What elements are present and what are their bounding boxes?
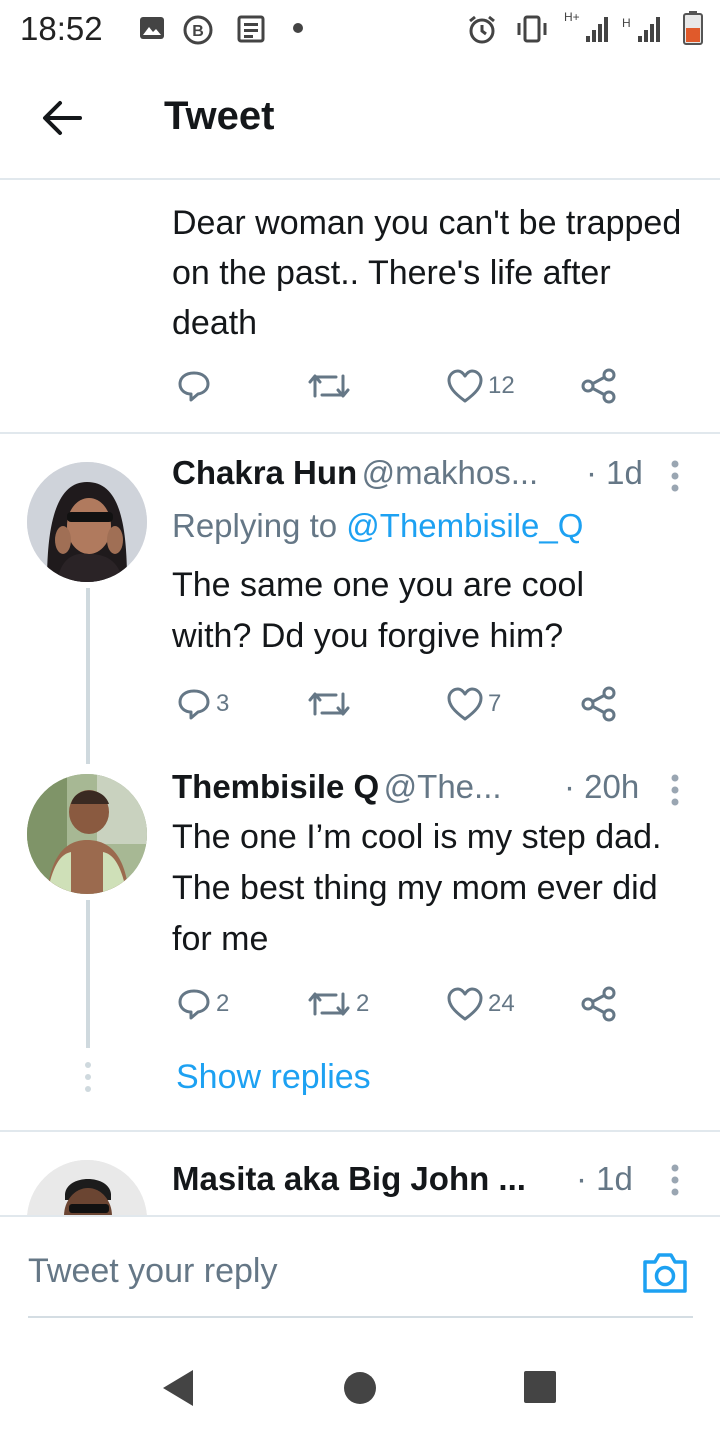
more-options-icon[interactable] [668, 772, 682, 808]
heart-icon [447, 369, 483, 403]
nav-recents-icon[interactable] [523, 1370, 557, 1404]
avatar-image [27, 1160, 147, 1216]
share-icon [581, 986, 616, 1022]
share-icon [581, 368, 616, 404]
alarm-icon [469, 15, 495, 44]
status-bar: 18:52 B H+ H [0, 0, 720, 58]
retweet-count: 2 [356, 990, 370, 1017]
divider [0, 1130, 720, 1132]
thread-line [86, 900, 90, 1048]
like-button[interactable]: 12 [446, 366, 515, 406]
tweet-text: The one I’m cool is my step dad. The bes… [172, 818, 662, 958]
reply-icon [178, 989, 210, 1020]
main-tweet-text: Dear woman you can't be trapped on the p… [172, 204, 682, 342]
nav-back-icon[interactable] [160, 1368, 196, 1408]
main-tweet-actions: 12 [0, 366, 720, 406]
like-button[interactable]: 24 [446, 984, 515, 1024]
top-app-bar: Tweet [0, 58, 720, 180]
reply-icon [178, 689, 210, 720]
camera-icon[interactable] [640, 1250, 690, 1296]
vibrate-icon [517, 15, 547, 43]
tweet-actions: 3 7 [0, 684, 720, 724]
user-name[interactable]: Masita aka Big John ... [172, 1160, 526, 1198]
tweet-time: · 1d [576, 1160, 633, 1197]
user-handle: @makhos... [361, 454, 539, 491]
retweet-icon [308, 374, 350, 398]
user-name[interactable]: Chakra Hun [172, 454, 357, 491]
like-count: 7 [488, 690, 502, 717]
heart-icon [447, 687, 483, 721]
retweet-icon [308, 692, 350, 716]
svg-text:B: B [192, 23, 204, 40]
back-arrow-icon[interactable] [40, 98, 84, 138]
reply-icon [178, 371, 210, 402]
news-icon [237, 15, 265, 43]
reply-underline [28, 1316, 693, 1318]
heart-icon [447, 987, 483, 1021]
share-button[interactable] [580, 366, 618, 406]
retweet-icon [308, 992, 350, 1016]
tweet-text: The same one you are cool with? Dd you f… [172, 566, 585, 655]
reply-input[interactable]: Tweet your reply [28, 1252, 277, 1291]
like-button[interactable]: 7 [446, 684, 501, 724]
tweet-actions: 2 2 24 [0, 984, 720, 1024]
like-count: 24 [488, 990, 515, 1017]
avatar[interactable] [27, 774, 147, 894]
tweet-time: · 20h [564, 768, 640, 805]
replying-to: Replying to @Thembisile_Q [172, 507, 583, 545]
avatar-image [27, 462, 147, 582]
share-button[interactable] [580, 984, 618, 1024]
battery-icon [683, 11, 703, 45]
user-handle: @The... [383, 768, 502, 805]
signal-icon [638, 17, 660, 42]
reply-button[interactable]: 3 [176, 684, 229, 724]
tweet-time: · 1d [586, 454, 643, 491]
share-button[interactable] [580, 684, 618, 724]
reply-count: 3 [216, 690, 230, 717]
retweet-button[interactable] [306, 366, 356, 406]
status-time: 18:52 [20, 10, 103, 47]
system-nav-bar [0, 1320, 720, 1440]
avatar[interactable] [27, 1160, 147, 1216]
show-replies-link[interactable]: Show replies [176, 1058, 371, 1097]
nav-home-icon[interactable] [342, 1370, 378, 1406]
user-name[interactable]: Thembisile Q [172, 768, 379, 805]
like-count: 12 [488, 372, 515, 399]
page-title: Tweet [164, 94, 275, 138]
dot-icon [293, 23, 303, 33]
retweet-button[interactable]: 2 [306, 984, 369, 1024]
replying-to-link[interactable]: @Thembisile_Q [346, 507, 583, 544]
divider [0, 432, 720, 434]
image-icon [140, 17, 164, 39]
reply-button[interactable] [176, 366, 216, 406]
share-icon [581, 686, 616, 722]
b-icon: B [183, 15, 213, 45]
retweet-button[interactable] [306, 684, 356, 724]
replying-label: Replying to [172, 507, 338, 544]
avatar-clip [27, 1160, 147, 1216]
avatar-image [27, 774, 147, 894]
thread-line [86, 588, 90, 764]
reply-button[interactable]: 2 [176, 984, 229, 1024]
thread-dots-icon [85, 1062, 91, 1092]
more-options-icon[interactable] [668, 1162, 682, 1198]
signal-icon [586, 17, 608, 42]
divider [0, 1215, 720, 1217]
more-options-icon[interactable] [668, 458, 682, 494]
reply-count: 2 [216, 990, 230, 1017]
avatar[interactable] [27, 462, 147, 582]
